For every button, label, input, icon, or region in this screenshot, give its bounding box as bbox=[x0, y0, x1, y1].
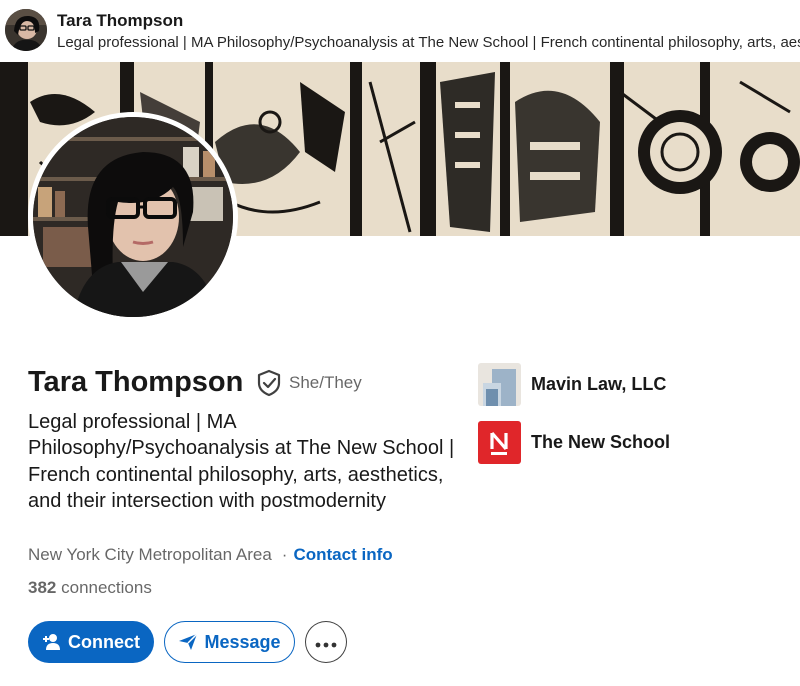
profile-headline: Legal professional | MA Philosophy/Psych… bbox=[28, 411, 455, 513]
profile-photo[interactable] bbox=[28, 112, 238, 322]
message-button[interactable]: Message bbox=[164, 621, 295, 663]
org-name: Mavin Law, LLC bbox=[531, 373, 667, 394]
header-avatar[interactable] bbox=[5, 9, 47, 51]
contact-info-link[interactable]: Contact info bbox=[293, 545, 392, 564]
location: New York City Metropolitan Area bbox=[28, 545, 272, 564]
building-logo-icon bbox=[478, 362, 521, 406]
location-row: New York City Metropolitan Area · Contact … bbox=[28, 545, 393, 565]
connections-count: 382 connections bbox=[28, 578, 152, 598]
more-actions-button[interactable] bbox=[305, 621, 347, 663]
header-headline: Legal professional | MA Philosophy/Psych… bbox=[57, 34, 800, 51]
org-name: The New School bbox=[531, 431, 671, 452]
connect-button[interactable]: Connect bbox=[28, 621, 154, 663]
org-item-mavin-law[interactable]: Mavin Law, LLC bbox=[478, 362, 666, 406]
add-person-icon bbox=[42, 633, 62, 651]
new-school-logo-icon bbox=[478, 420, 521, 464]
ellipsis-icon bbox=[315, 632, 337, 653]
connections-number: 382 bbox=[28, 578, 57, 597]
send-icon bbox=[178, 633, 198, 651]
message-label: Message bbox=[204, 631, 281, 652]
profile-name: Tara Thompson bbox=[28, 366, 244, 398]
connections-label: connections bbox=[61, 578, 152, 597]
org-item-new-school[interactable]: The New School bbox=[478, 420, 670, 464]
verified-shield-icon[interactable] bbox=[256, 369, 282, 397]
sticky-profile-header: Tara Thompson Legal professional | MA Ph… bbox=[0, 0, 800, 62]
header-name: Tara Thompson bbox=[57, 11, 184, 30]
connect-label: Connect bbox=[68, 631, 140, 652]
pronouns: She/They bbox=[289, 373, 362, 392]
separator-dot: · bbox=[281, 545, 288, 564]
